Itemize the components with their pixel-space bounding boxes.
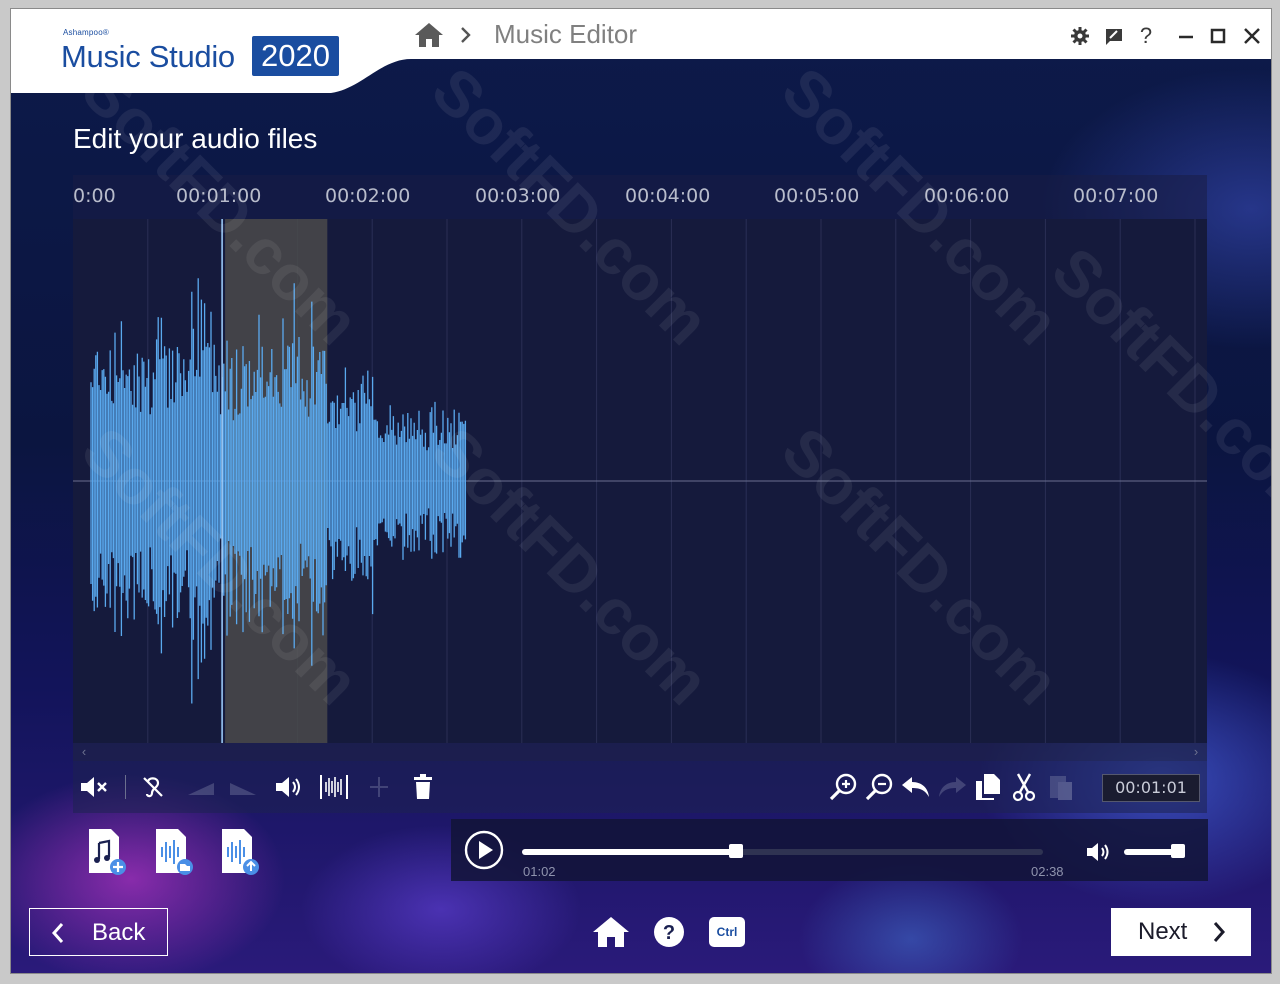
playback-progress-fill [522,849,736,855]
home-icon [415,23,443,47]
home-button[interactable] [591,913,631,951]
export-audio-file-button[interactable] [218,827,262,877]
breadcrumb-separator [459,23,473,47]
mute-icon [81,777,107,797]
audio-file-export-icon [222,829,259,875]
zoom-out-icon [865,773,893,801]
page-title: Edit your audio files [73,123,318,154]
tick-label: 00:02:00 [325,185,411,207]
help-footer-button[interactable]: ? [649,913,689,951]
fade-out-icon [230,783,256,795]
toolbar-divider [125,775,126,799]
help-icon: ? [1139,23,1153,48]
normalize-button[interactable] [318,771,350,803]
undo-button[interactable] [900,771,932,803]
waveform[interactable] [73,219,1207,743]
audio-file-open-icon [156,829,193,875]
keyboard-shortcuts-button[interactable]: Ctrl [707,913,747,951]
copy-icon [976,774,1000,800]
settings-icon [1071,27,1089,45]
app-window: Ashampoo® Music Studio 2020 Music Editor… [10,8,1272,974]
zoom-in-button[interactable] [828,771,860,803]
home-nav-button[interactable] [413,21,445,49]
settings-button[interactable] [1067,23,1093,49]
minimize-icon [1179,35,1193,39]
timeline-scrollbar[interactable]: ‹ › [73,743,1207,761]
breadcrumb-title: Music Editor [494,19,638,49]
cut-button[interactable] [1008,771,1040,803]
scroll-right-icon[interactable]: › [1187,743,1205,761]
tick-label: 00:06:00 [924,185,1010,207]
volume-button[interactable] [273,771,305,803]
cut-icon [1012,773,1036,802]
open-audio-file-button[interactable] [152,827,196,877]
delete-button[interactable] [407,771,439,803]
tick-label: 00:04:00 [625,185,711,207]
feedback-button[interactable] [1101,23,1127,49]
next-button[interactable]: Next [1111,908,1251,956]
redo-icon [939,777,966,797]
fade-out-button[interactable] [227,771,259,803]
close-button[interactable] [1239,23,1265,49]
next-label: Next [1138,918,1188,945]
redo-button[interactable] [936,771,968,803]
undo-icon [902,777,929,797]
paste-button[interactable] [1045,771,1077,803]
current-time: 01:02 [523,864,556,879]
noise-filter-button[interactable] [137,771,169,803]
paste-icon [1050,776,1072,800]
chevron-right-icon [461,27,471,43]
tick-label: 00:01:00 [176,185,262,207]
play-icon [464,830,504,870]
ctrl-key-icon: Ctrl [709,917,745,947]
zoom-out-button[interactable] [864,771,896,803]
mute-button[interactable] [79,771,111,803]
tick-label: 00:03:00 [475,185,561,207]
add-music-file-icon [89,829,126,875]
playback-progress-handle[interactable] [728,844,743,858]
volume-slider[interactable] [1124,844,1185,858]
tick-label: 0:00 [73,185,116,207]
brand-company: Ashampoo® [63,28,109,37]
waveform-area[interactable] [73,219,1207,743]
delete-icon [414,774,432,799]
home-icon [593,917,629,947]
add-music-file-button[interactable] [85,827,129,877]
help-circle-icon: ? [654,917,684,947]
split-button[interactable] [363,771,395,803]
speaker-icon [1087,843,1109,861]
play-button[interactable] [463,829,505,871]
scroll-left-icon[interactable]: ‹ [75,743,93,761]
fade-in-icon [188,783,214,795]
brand-name: Music Studio [61,39,235,74]
player-volume-button[interactable] [1085,839,1113,865]
chevron-right-icon [1213,922,1226,942]
tick-label: 00:07:00 [1073,185,1159,207]
help-glyph: ? [663,922,675,944]
help-button[interactable]: ? [1133,23,1159,49]
split-icon [370,777,388,797]
brand-year: 2020 [252,36,339,76]
volume-handle[interactable] [1171,844,1185,858]
tick-label: 00:05:00 [774,185,860,207]
fade-in-button[interactable] [185,771,217,803]
back-button[interactable]: Back [29,908,168,956]
volume-icon [276,777,300,797]
maximize-button[interactable] [1205,23,1231,49]
maximize-icon [1210,28,1226,44]
noise-filter-icon [143,777,163,798]
feedback-icon [1106,29,1122,45]
position-time-display: 00:01:01 [1102,774,1200,802]
close-icon [1244,28,1260,44]
playback-progress-slider[interactable] [522,844,1043,858]
zoom-in-icon [829,773,857,801]
volume-fill [1124,849,1178,855]
back-label: Back [92,919,146,946]
normalize-icon [320,775,348,799]
copy-button[interactable] [972,771,1004,803]
total-time: 02:38 [1031,864,1064,879]
minimize-button[interactable] [1173,23,1199,49]
chevron-left-icon [51,923,64,943]
